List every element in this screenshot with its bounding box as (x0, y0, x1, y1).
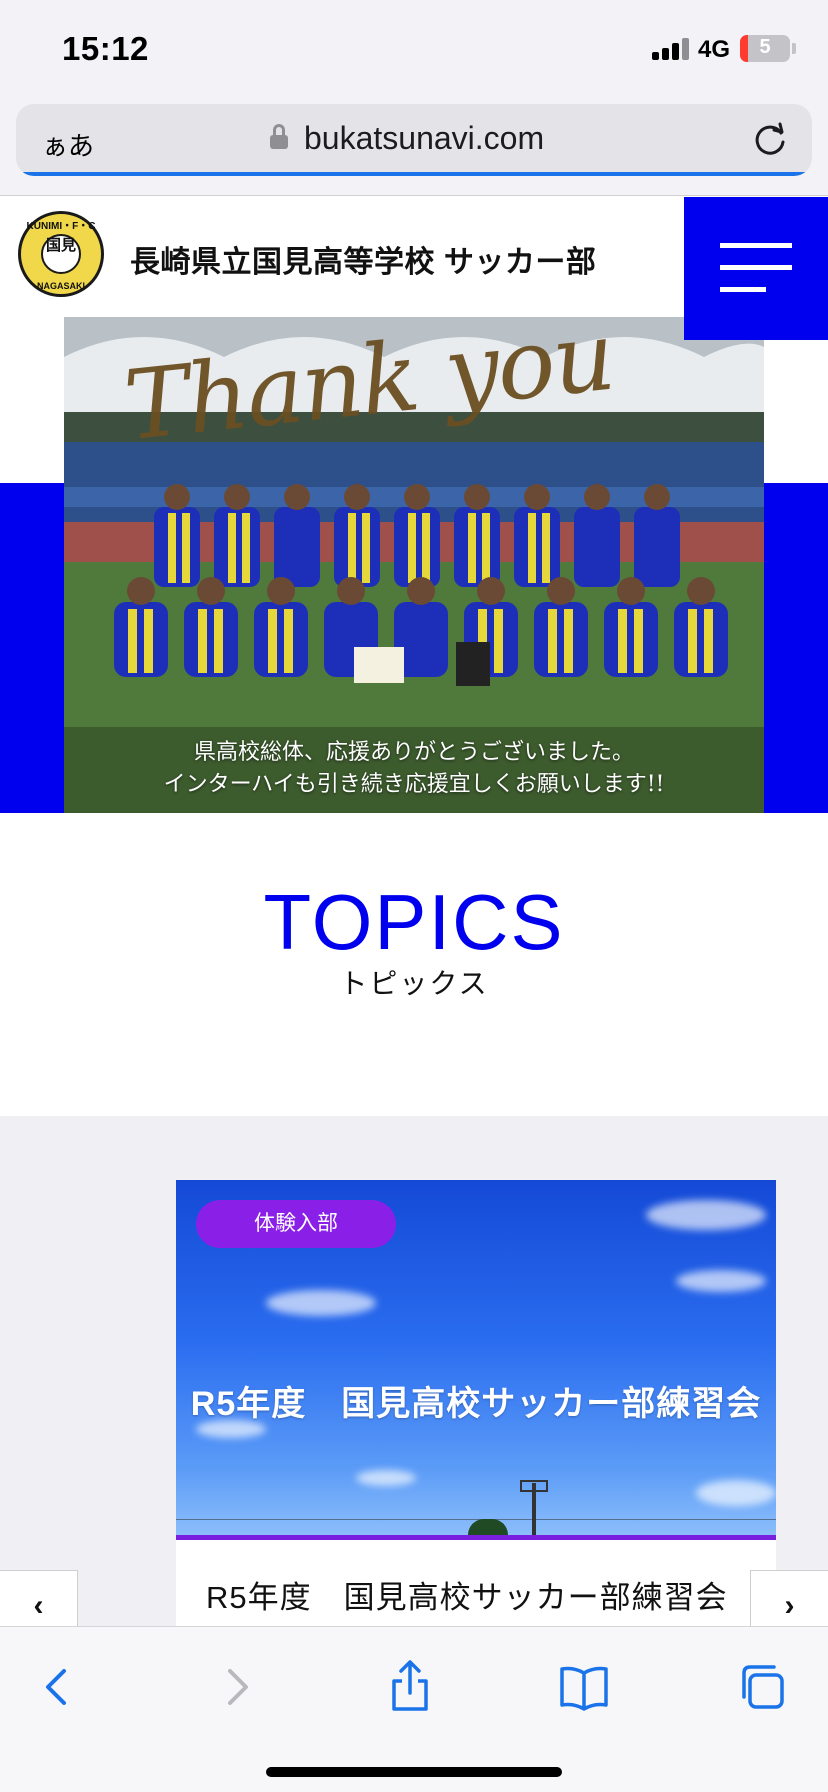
chevron-left-icon: ‹ (33, 1589, 44, 1622)
hamburger-menu-button[interactable] (684, 197, 828, 340)
home-indicator[interactable] (266, 1767, 562, 1777)
hero-caption: 県高校総体、応援ありがとうございました。 インターハイも引き続き応援宜しくお願い… (64, 737, 764, 801)
club-logo[interactable]: KUNIMI・F・C 国見 NAGASAKI (18, 211, 104, 297)
share-icon[interactable] (380, 1657, 440, 1717)
carousel-next-button[interactable]: › (750, 1570, 828, 1630)
topic-card-image: 体験入部 R5年度 国見高校サッカー部練習会 (176, 1180, 776, 1540)
carousel-prev-button[interactable]: ‹ (0, 1570, 78, 1630)
lock-icon (270, 124, 288, 149)
topic-card[interactable]: 体験入部 R5年度 国見高校サッカー部練習会 R5年度 国見高校サッカー部練習会 (176, 1180, 776, 1630)
logo-center-text: 国見 (41, 234, 81, 274)
page-load-progress (16, 172, 812, 176)
topic-category-badge[interactable]: 体験入部 (196, 1200, 396, 1248)
battery-tip (792, 43, 796, 54)
battery-icon: 5 (740, 35, 790, 62)
topics-heading: TOPICS トピックス (0, 878, 828, 1002)
signal-icon (652, 38, 692, 60)
back-icon[interactable] (28, 1657, 88, 1717)
menu-line-3 (720, 287, 766, 292)
network-type: 4G (698, 36, 731, 63)
topics-heading-en: TOPICS (263, 878, 565, 966)
forward-icon[interactable] (206, 1657, 266, 1717)
topic-image-title: R5年度 国見高校サッカー部練習会 (190, 1385, 762, 1423)
chevron-right-icon: › (784, 1589, 795, 1622)
site-title[interactable]: 長崎県立国見高等学校 サッカー部 (130, 237, 596, 281)
logo-bottom-text: NAGASAKI (36, 281, 85, 291)
hero-caption-line1: 県高校総体、応援ありがとうございました。 (193, 740, 634, 765)
menu-line-2 (720, 265, 792, 270)
bookmarks-icon[interactable] (554, 1657, 614, 1717)
logo-top-text: KUNIMI・F・C (26, 221, 96, 232)
reload-icon[interactable] (750, 120, 790, 160)
topics-heading-ja: トピックス (339, 967, 489, 999)
tabs-icon[interactable] (732, 1657, 792, 1717)
hero-caption-line2: インターハイも引き続き応援宜しくお願いします!! (163, 772, 665, 797)
menu-line-1 (720, 243, 792, 248)
battery-level: 5 (759, 36, 771, 58)
topic-card-title[interactable]: R5年度 国見高校サッカー部練習会 (206, 1572, 728, 1617)
hero-team-photo: Thank you 県高校総体、応援ありがとうございました。 インターハイも引き… (64, 317, 764, 813)
url-text[interactable]: bukatsunavi.com (304, 120, 544, 157)
status-time: 15:12 (62, 30, 149, 67)
screen: 15:12 4G 5 ぁあ bukatsunavi.com KUNIMI・F・C… (0, 0, 828, 1792)
text-size-button[interactable]: ぁあ (42, 126, 94, 163)
status-bar: 15:12 4G 5 (0, 0, 828, 96)
topics-carousel: 体験入部 R5年度 国見高校サッカー部練習会 R5年度 国見高校サッカー部練習会 (0, 1116, 828, 1630)
browser-address-area: ぁあ bukatsunavi.com (0, 96, 828, 196)
address-bar[interactable]: ぁあ bukatsunavi.com (16, 104, 812, 176)
